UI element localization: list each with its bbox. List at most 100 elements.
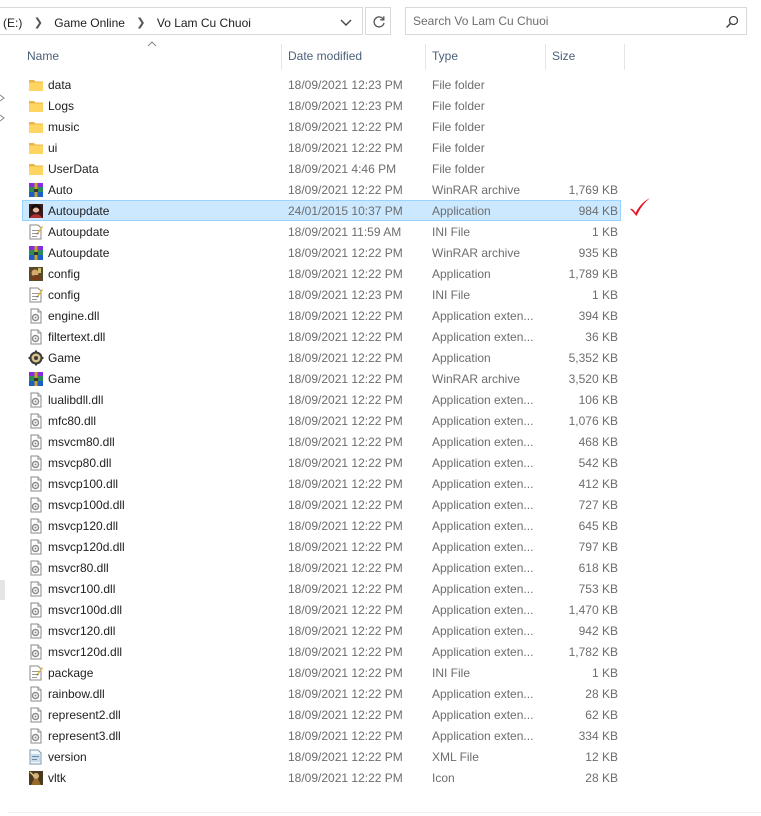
file-type: WinRAR archive: [432, 183, 521, 197]
file-row[interactable]: Auto 18/09/2021 12:22 PM WinRAR archive 1,7…: [22, 179, 621, 200]
file-row[interactable]: version 18/09/2021 12:22 PM XML File 12 KB: [22, 746, 621, 767]
file-type: Application exten...: [432, 330, 534, 344]
file-size: 62 KB: [585, 708, 618, 722]
dll-icon: [28, 392, 44, 408]
file-row[interactable]: Logs 18/09/2021 12:23 PM File folder: [22, 95, 621, 116]
column-header-name[interactable]: Name: [22, 42, 281, 70]
ini-file-icon: [28, 224, 44, 240]
file-date-modified: 18/09/2021 12:22 PM: [288, 561, 403, 575]
file-row[interactable]: config 18/09/2021 12:22 PM Application 1,78…: [22, 263, 621, 284]
file-date-modified: 18/09/2021 12:22 PM: [288, 330, 403, 344]
file-size: 1 KB: [591, 225, 618, 239]
search-box[interactable]: [405, 7, 747, 35]
file-row[interactable]: Autoupdate 18/09/2021 12:22 PM WinRAR arch…: [22, 242, 621, 263]
file-name: msvcp120d.dll: [48, 540, 125, 554]
file-row[interactable]: package 18/09/2021 12:22 PM INI File 1 KB: [22, 662, 621, 683]
file-row[interactable]: config 18/09/2021 12:23 PM INI File 1 KB: [22, 284, 621, 305]
column-header-date[interactable]: Date modified: [283, 42, 425, 70]
file-type: Application exten...: [432, 414, 534, 428]
file-row[interactable]: rainbow.dll 18/09/2021 12:22 PM Applicatio…: [22, 683, 621, 704]
file-name: msvcr80.dll: [48, 561, 109, 575]
file-type: Application exten...: [432, 603, 534, 617]
file-row[interactable]: msvcr100.dll 18/09/2021 12:22 PM Applicati…: [22, 578, 621, 599]
file-row[interactable]: msvcp100.dll 18/09/2021 12:22 PM Applicati…: [22, 473, 621, 494]
file-row[interactable]: msvcr80.dll 18/09/2021 12:22 PM Applicatio…: [22, 557, 621, 578]
file-row[interactable]: UserData 18/09/2021 4:46 PM File folder: [22, 158, 621, 179]
file-size: 28 KB: [585, 771, 618, 785]
file-size: 106 KB: [578, 393, 618, 407]
column-divider[interactable]: [425, 44, 426, 70]
breadcrumb-drive[interactable]: (E:): [3, 16, 22, 30]
file-row[interactable]: msvcp120.dll 18/09/2021 12:22 PM Applicati…: [22, 515, 621, 536]
file-row[interactable]: filtertext.dll 18/09/2021 12:22 PM Applica…: [22, 326, 621, 347]
search-icon[interactable]: [725, 15, 739, 29]
file-type: Application exten...: [432, 624, 534, 638]
file-row[interactable]: msvcm80.dll 18/09/2021 12:22 PM Applicatio…: [22, 431, 621, 452]
file-row[interactable]: msvcp80.dll 18/09/2021 12:22 PM Applicatio…: [22, 452, 621, 473]
address-history-dropdown[interactable]: [338, 14, 354, 30]
winrar-icon: [28, 245, 44, 261]
file-row[interactable]: msvcp100d.dll 18/09/2021 12:22 PM Applicat…: [22, 494, 621, 515]
ini-file-icon: [28, 665, 44, 681]
file-name: msvcr120d.dll: [48, 645, 123, 659]
address-toolbar: (E:) ❯ Game Online ❯ Vo Lam Cu Chuoi: [0, 0, 761, 42]
file-row[interactable]: mfc80.dll 18/09/2021 12:22 PM Application …: [22, 410, 621, 431]
chevron-right-icon[interactable]: ❯: [136, 16, 145, 29]
file-date-modified: 18/09/2021 12:22 PM: [288, 477, 403, 491]
navigation-pane-edge: [0, 42, 9, 816]
dll-icon: [28, 707, 44, 723]
file-type: Application: [432, 267, 491, 281]
file-size: [543, 117, 618, 136]
expand-arrow-icon[interactable]: [0, 114, 6, 122]
file-date-modified: 18/09/2021 12:22 PM: [288, 141, 403, 155]
dll-icon: [28, 644, 44, 660]
file-row[interactable]: data 18/09/2021 12:23 PM File folder: [22, 74, 621, 95]
file-size: 1,470 KB: [568, 603, 618, 617]
column-header-type[interactable]: Type: [427, 42, 545, 70]
breadcrumb-current-folder[interactable]: Vo Lam Cu Chuoi: [157, 16, 251, 30]
file-row[interactable]: Game 18/09/2021 12:22 PM WinRAR archive 3,5…: [22, 368, 621, 389]
file-name: ui: [48, 141, 58, 155]
file-name: lualibdll.dll: [48, 393, 104, 407]
chevron-right-icon[interactable]: ❯: [34, 16, 43, 29]
column-divider[interactable]: [281, 44, 282, 70]
column-divider[interactable]: [624, 44, 625, 70]
file-type: INI File: [432, 666, 471, 680]
file-date-modified: 18/09/2021 12:22 PM: [288, 582, 403, 596]
file-date-modified: 18/09/2021 12:22 PM: [288, 729, 403, 743]
column-header-size[interactable]: Size: [547, 42, 624, 70]
file-size: [543, 138, 618, 157]
column-divider[interactable]: [545, 44, 546, 70]
file-row[interactable]: engine.dll 18/09/2021 12:22 PM Application…: [22, 305, 621, 326]
file-type: Application exten...: [432, 582, 534, 596]
file-size: 645 KB: [578, 519, 618, 533]
dll-icon: [28, 497, 44, 513]
file-name: Autoupdate: [48, 246, 110, 260]
file-size: 618 KB: [578, 561, 618, 575]
file-row[interactable]: Game 18/09/2021 12:22 PM Application 5,352 …: [22, 347, 621, 368]
file-row[interactable]: lualibdll.dll 18/09/2021 12:22 PM Applicat…: [22, 389, 621, 410]
breadcrumb-game-online[interactable]: Game Online: [54, 16, 125, 30]
file-row[interactable]: msvcr100d.dll 18/09/2021 12:22 PM Applicat…: [22, 599, 621, 620]
file-type: File folder: [432, 141, 485, 155]
file-row[interactable]: msvcr120.dll 18/09/2021 12:22 PM Applicati…: [22, 620, 621, 641]
address-bar[interactable]: (E:) ❯ Game Online ❯ Vo Lam Cu Chuoi: [0, 7, 363, 35]
file-type: Application exten...: [432, 456, 534, 470]
file-row[interactable]: represent3.dll 18/09/2021 12:22 PM Applica…: [22, 725, 621, 746]
file-type: Application exten...: [432, 708, 534, 722]
dll-icon: [28, 476, 44, 492]
file-row[interactable]: Autoupdate 24/01/2015 10:37 PM Application…: [22, 200, 621, 221]
file-row[interactable]: msvcp120d.dll 18/09/2021 12:22 PM Applicat…: [22, 536, 621, 557]
file-row[interactable]: represent2.dll 18/09/2021 12:22 PM Applica…: [22, 704, 621, 725]
file-type: Application exten...: [432, 729, 534, 743]
file-name: engine.dll: [48, 309, 100, 323]
expand-arrow-icon[interactable]: [0, 94, 6, 102]
file-row[interactable]: msvcr120d.dll 18/09/2021 12:22 PM Applicat…: [22, 641, 621, 662]
file-date-modified: 18/09/2021 12:22 PM: [288, 309, 403, 323]
search-input[interactable]: [413, 13, 713, 29]
file-row[interactable]: ui 18/09/2021 12:22 PM File folder: [22, 137, 621, 158]
file-row[interactable]: music 18/09/2021 12:22 PM File folder: [22, 116, 621, 137]
file-row[interactable]: Autoupdate 18/09/2021 11:59 AM INI File 1 K…: [22, 221, 621, 242]
refresh-button[interactable]: [365, 7, 391, 35]
file-row[interactable]: vltk 18/09/2021 12:22 PM Icon 28 KB: [22, 767, 621, 788]
